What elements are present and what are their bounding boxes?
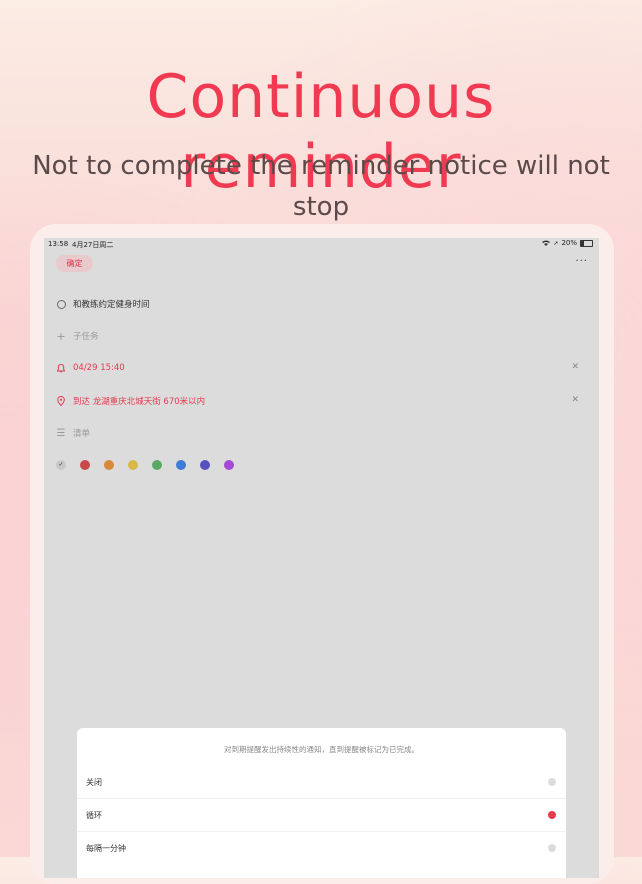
color-purple[interactable] [224,460,234,470]
option-off-label[interactable]: 关闭 [86,777,102,788]
option-loop[interactable]: 循环 [86,799,556,831]
option-loop-radio[interactable] [548,811,556,819]
add-subtask-row[interactable]: + 子任务 [56,329,99,343]
option-every-minute[interactable]: 每隔一分钟 [86,832,556,864]
reminder-time[interactable]: 04/29 15:40 [73,363,125,373]
status-bar: 13:58 4月27日周二 ➚ 20% [44,238,599,250]
option-off[interactable]: 关闭 [86,766,556,798]
list-icon: ☰ [56,427,66,439]
wifi-icon [542,240,551,246]
task-title[interactable]: 和教练约定健身时间 [73,298,150,310]
option-off-radio[interactable] [548,778,556,786]
location-status-icon: ➚ [553,239,559,247]
color-orange[interactable] [104,460,114,470]
location-row[interactable]: 到达 龙湖重庆北城天街 670米以内 [56,395,205,407]
option-every-minute-radio[interactable] [548,844,556,852]
sheet-description: 对到期提醒发出持续性的通知，直到提醒被标记为已完成。 [224,745,419,754]
location-text[interactable]: 到达 龙湖重庆北城天街 670米以内 [73,395,205,407]
battery-icon [580,239,593,247]
remove-location-icon[interactable]: ✕ [571,395,579,405]
promo-subline: Not to complete the reminder notice will… [32,151,610,222]
reminder-row[interactable]: 04/29 15:40 [56,363,125,373]
continuous-reminder-sheet: 对到期提醒发出持续性的通知，直到提醒被标记为已完成。 关闭 循环 每隔一分钟 [77,728,566,878]
confirm-button[interactable]: 确定 [56,255,93,272]
color-blue[interactable] [176,460,186,470]
option-loop-label[interactable]: 循环 [86,810,102,821]
color-green[interactable] [152,460,162,470]
status-date: 4月27日周二 [72,241,114,249]
task-checkbox-icon[interactable] [56,299,66,309]
remove-reminder-icon[interactable]: ✕ [571,362,579,372]
color-red[interactable] [80,460,90,470]
color-indigo[interactable] [200,460,210,470]
battery-percent: 20% [561,239,577,247]
subtask-placeholder[interactable]: 子任务 [73,330,99,342]
plus-icon: + [56,329,66,343]
color-picker: ✓ [56,460,248,470]
more-options-icon[interactable]: ··· [575,256,588,267]
status-time: 13:58 [48,240,69,248]
bell-icon [56,363,66,373]
task-title-row[interactable]: 和教练约定健身时间 [56,298,150,310]
location-pin-icon [56,396,66,406]
list-row[interactable]: ☰ 清单 [56,427,91,440]
option-every-minute-label[interactable]: 每隔一分钟 [86,843,126,854]
color-none-selected[interactable]: ✓ [56,460,66,470]
app-screen: 13:58 4月27日周二 ➚ 20% 确定 ··· 和教练约定健身时间 + 子… [44,238,599,878]
color-yellow[interactable] [128,460,138,470]
status-right: ➚ 20% [542,239,593,247]
list-label[interactable]: 清单 [73,427,90,439]
